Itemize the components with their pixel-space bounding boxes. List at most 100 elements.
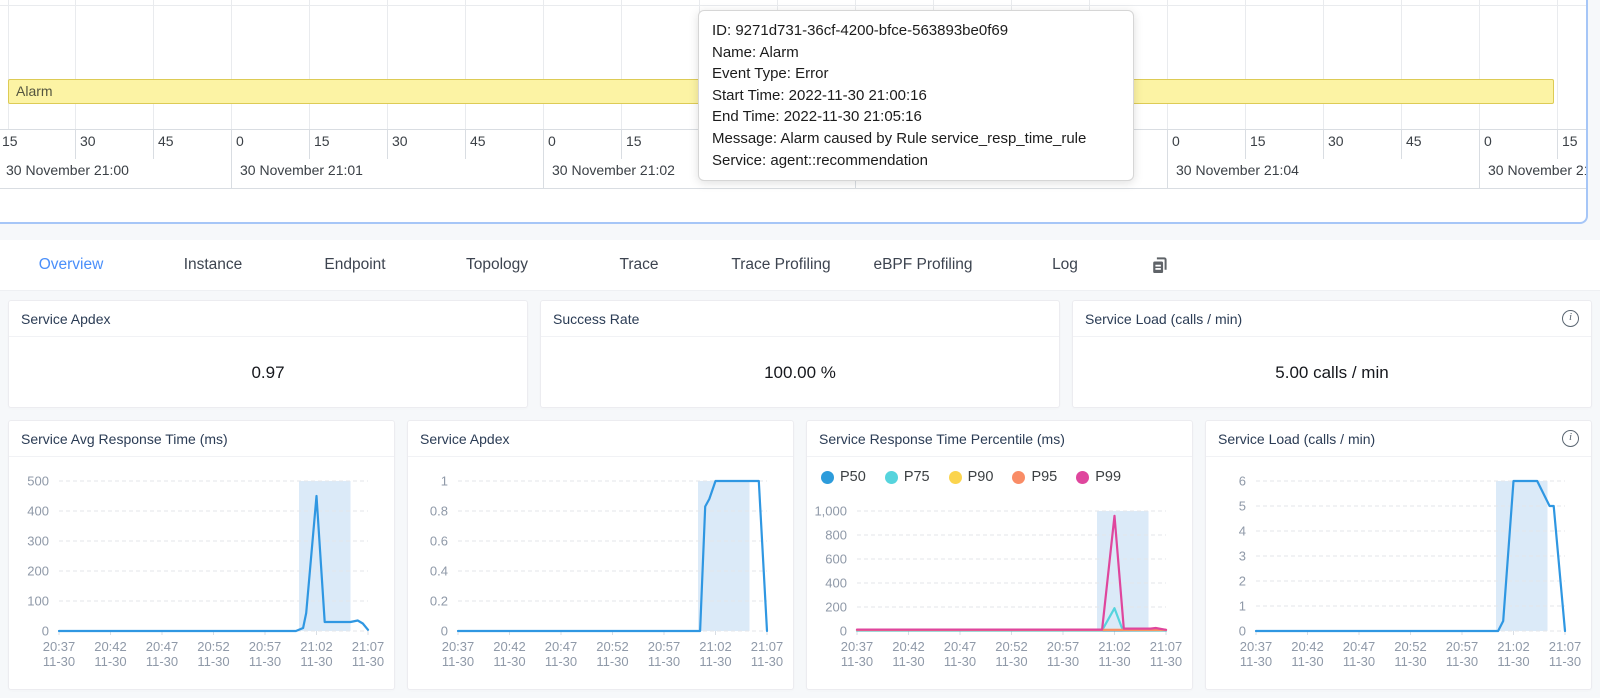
chart-area[interactable]: P50 P75 P90 P95 P9902004006008001,00020:3711… [807,457,1192,689]
timeline-tick-label: 15 [1562,133,1578,149]
x-tick-sublabel: 11-30 [43,654,75,669]
timeline-tick [465,129,466,159]
tab-trace-profiling[interactable]: Trace Profiling [710,256,852,274]
x-tick-label: 20:47 [1343,639,1376,654]
x-tick-label: 20:37 [1240,639,1273,654]
x-tick-label: 21:07 [751,639,784,654]
timeline-gridline [1167,0,1168,129]
legend-item-p95[interactable]: P95 [1012,469,1057,485]
metric-value: 0.97 [9,337,527,408]
event-timeline-panel[interactable]: Alarm 1530450153045015304501530450153045… [0,0,1588,224]
chart-canvas[interactable]: 02004006008001,00020:3711-3020:4211-3020… [807,457,1192,689]
y-tick-label: 0 [840,624,847,639]
timeline-tick-label: 45 [470,133,486,149]
timeline-minute-line [1479,129,1480,188]
timeline-tick [621,129,622,159]
summary-card: Success Rate 100.00 % [540,300,1060,408]
timeline-tick-label: 15 [2,133,18,149]
y-tick-label: 200 [27,564,49,579]
timeline-tick-label: 30 [1328,133,1344,149]
chart-area[interactable]: 00.20.40.60.8120:3711-3020:4211-3020:471… [408,457,793,689]
tab-overview[interactable]: Overview [0,256,142,274]
y-tick-label: 0.8 [430,504,448,519]
y-tick-label: 0.2 [430,594,448,609]
tab-endpoint[interactable]: Endpoint [284,256,426,274]
x-tick-label: 20:52 [1394,639,1427,654]
x-tick-label: 20:37 [43,639,76,654]
x-tick-sublabel: 11-30 [1394,654,1426,669]
legend-item-p75[interactable]: P75 [885,469,930,485]
tooltip-line: End Time: 2022-11-30 21:05:16 [712,106,1120,128]
chart-canvas[interactable]: 012345620:3711-3020:4211-3020:4711-3020:… [1206,457,1591,689]
summary-cards-row: Service Apdex0.97Success Rate100.00 %Ser… [8,300,1592,408]
y-tick-label: 200 [825,600,847,615]
y-tick-label: 300 [27,534,49,549]
chart-title: Service Response Time Percentile (ms) [819,431,1065,447]
y-tick-label: 500 [27,474,49,489]
metric-title: Success Rate [553,311,639,327]
chart-canvas[interactable]: 00.20.40.60.8120:3711-3020:4211-3020:471… [408,457,793,689]
y-tick-label: 6 [1239,474,1246,489]
legend-item-p90[interactable]: P90 [949,469,994,485]
x-tick-sublabel: 11-30 [249,654,281,669]
info-icon[interactable]: i [1562,310,1579,327]
y-tick-label: 2 [1239,574,1246,589]
timeline-tick-label: 15 [314,133,330,149]
timeline-tick [1323,129,1324,159]
x-tick-sublabel: 11-30 [648,654,680,669]
timeline-date-label: 30 November 21:00 [6,162,129,178]
tab-instance[interactable]: Instance [142,256,284,274]
chart-title: Service Apdex [420,431,510,447]
copy-widget-icon-button[interactable] [1136,255,1182,276]
x-tick-sublabel: 11-30 [1240,654,1272,669]
timeline-axis-bottom-line [0,188,1586,189]
y-tick-label: 100 [27,594,49,609]
timeline-date-label: 30 November 21:05 [1488,162,1588,178]
y-tick-label: 600 [825,552,847,567]
x-tick-label: 20:57 [1047,639,1080,654]
chart-canvas[interactable]: 010020030040050020:3711-3020:4211-3020:4… [9,457,394,689]
chart-card-header: Service Avg Response Time (ms) [9,421,394,457]
tab-log[interactable]: Log [994,256,1136,274]
tooltip-line: Message: Alarm caused by Rule service_re… [712,128,1120,150]
chart-area[interactable]: 010020030040050020:3711-3020:4211-3020:4… [9,457,394,689]
y-tick-label: 400 [825,576,847,591]
x-tick-label: 20:57 [1446,639,1479,654]
timeline-date-label: 30 November 21:04 [1176,162,1299,178]
tooltip-line: Event Type: Error [712,63,1120,85]
legend-dot-p99 [1076,471,1089,484]
x-tick-sublabel: 11-30 [944,654,976,669]
x-tick-sublabel: 11-30 [1549,654,1581,669]
x-tick-sublabel: 11-30 [1150,654,1182,669]
legend-item-p50[interactable]: P50 [821,469,866,485]
tooltip-line: Service: agent::recommendation [712,150,1120,172]
y-tick-label: 1,000 [814,504,847,519]
x-tick-label: 20:42 [493,639,526,654]
legend-item-p99[interactable]: P99 [1076,469,1121,485]
metric-value: 100.00 % [541,337,1059,408]
y-tick-label: 0 [441,624,448,639]
timeline-gridline [1323,0,1324,129]
info-icon[interactable]: i [1562,430,1579,447]
timeline-tick [1557,129,1558,159]
chart-card-header: Service Apdex [408,421,793,457]
x-tick-label: 20:52 [197,639,230,654]
x-tick-sublabel: 11-30 [995,654,1027,669]
timeline-gridline [231,0,232,129]
tab-topology[interactable]: Topology [426,256,568,274]
chart-area[interactable]: 012345620:3711-3020:4211-3020:4711-3020:… [1206,457,1591,689]
timeline-date-label: 30 November 21:01 [240,162,363,178]
x-tick-label: 20:57 [648,639,681,654]
tab-ebpf-profiling[interactable]: eBPF Profiling [852,256,994,274]
legend-label: P99 [1095,469,1121,485]
timeline-tick [1245,129,1246,159]
chart-card: Service Load (calls / min)i012345620:371… [1205,420,1592,690]
tab-trace[interactable]: Trace [568,256,710,274]
x-tick-sublabel: 11-30 [1497,654,1529,669]
timeline-tick-label: 15 [1250,133,1266,149]
legend-dot-p75 [885,471,898,484]
timeline-tick [1401,129,1402,159]
timeline-tick-label: 0 [236,133,244,149]
y-tick-label: 3 [1239,549,1246,564]
copy-widget-icon [1149,255,1170,276]
